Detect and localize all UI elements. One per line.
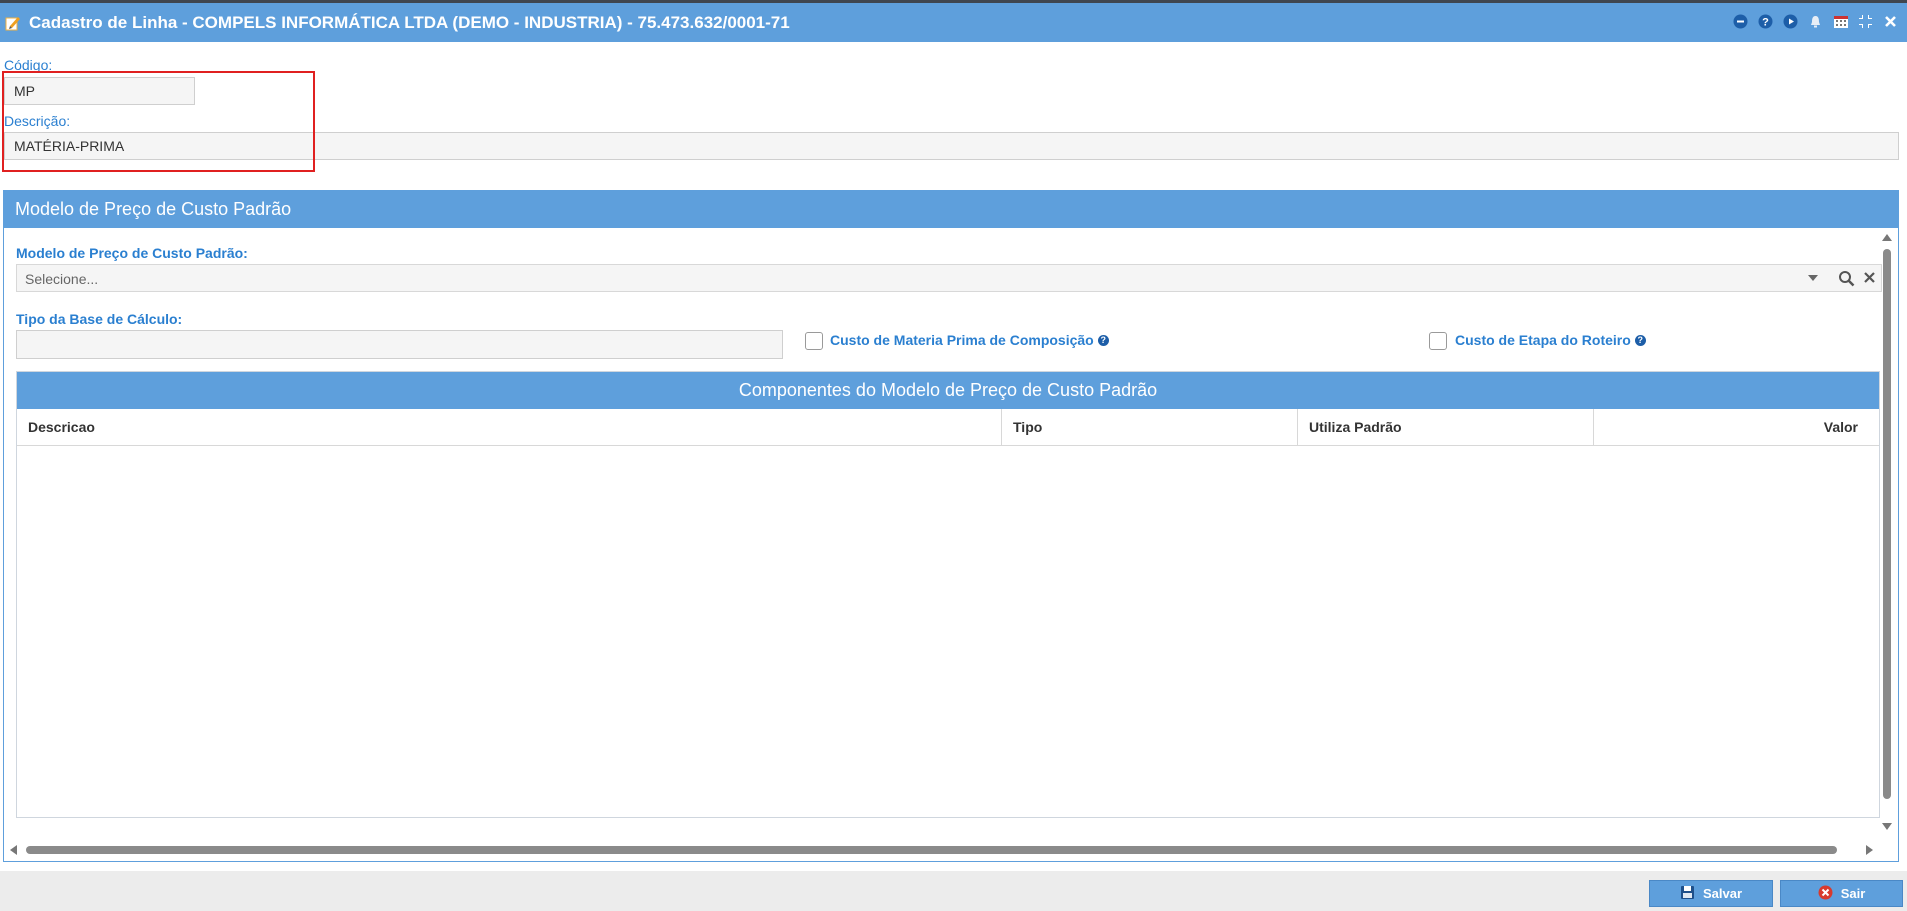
save-button[interactable]: Salvar xyxy=(1649,880,1773,907)
exit-button-label: Sair xyxy=(1840,886,1866,901)
panel-title: Modelo de Preço de Custo Padrão xyxy=(4,191,1898,228)
modelo-select[interactable]: Selecione... xyxy=(16,264,1882,292)
etapa-roteiro-check-text: Custo de Etapa do Roteiro xyxy=(1455,332,1631,348)
edit-form-icon xyxy=(5,15,21,31)
componentes-grid: Componentes do Modelo de Preço de Custo … xyxy=(16,371,1880,818)
materia-prima-check-label: Custo de Materia Prima de Composição ? xyxy=(830,332,1109,348)
scroll-up-icon[interactable] xyxy=(1881,232,1893,242)
vertical-scrollbar[interactable] xyxy=(1879,230,1895,836)
exit-icon xyxy=(1818,885,1833,903)
window-title: Cadastro de Linha - COMPELS INFORMÁTICA … xyxy=(29,12,790,32)
save-button-label: Salvar xyxy=(1702,886,1743,901)
window-titlebar: Cadastro de Linha - COMPELS INFORMÁTICA … xyxy=(0,0,1907,42)
grid-header-row: Descricao Tipo Utiliza Padrão Valor xyxy=(17,409,1879,446)
scroll-right-icon[interactable] xyxy=(1865,844,1875,856)
column-header-valor[interactable]: Valor xyxy=(1594,409,1879,445)
vertical-scroll-thumb[interactable] xyxy=(1883,249,1891,799)
modelo-placeholder: Selecione... xyxy=(25,271,99,287)
shrink-icon[interactable] xyxy=(1857,13,1874,30)
search-icon[interactable] xyxy=(1838,270,1855,292)
highlight-box xyxy=(2,71,315,172)
grid-title: Componentes do Modelo de Preço de Custo … xyxy=(17,372,1879,409)
column-header-tipo[interactable]: Tipo xyxy=(1002,409,1298,445)
tipo-base-input[interactable] xyxy=(16,330,783,359)
horizontal-scrollbar[interactable] xyxy=(6,842,1883,858)
materia-prima-check-text: Custo de Materia Prima de Composição xyxy=(830,332,1094,348)
calendar-icon[interactable] xyxy=(1832,13,1849,30)
help-icon[interactable]: ? xyxy=(1097,334,1109,346)
scroll-down-icon[interactable] xyxy=(1881,822,1893,832)
svg-text:?: ? xyxy=(1762,17,1769,29)
close-icon[interactable] xyxy=(1882,13,1899,30)
chevron-down-icon[interactable] xyxy=(1807,271,1819,289)
floppy-disk-icon xyxy=(1680,885,1695,903)
etapa-roteiro-check-label: Custo de Etapa do Roteiro ? xyxy=(1455,332,1646,348)
tipo-base-label: Tipo da Base de Cálculo: xyxy=(16,311,183,327)
help-icon[interactable]: ? xyxy=(1634,334,1646,346)
column-header-utiliza-padrao[interactable]: Utiliza Padrão xyxy=(1298,409,1594,445)
exit-button[interactable]: Sair xyxy=(1780,880,1903,907)
etapa-roteiro-checkbox[interactable] xyxy=(1429,332,1447,350)
bell-icon[interactable] xyxy=(1807,13,1824,30)
play-icon[interactable] xyxy=(1782,13,1799,30)
clear-icon[interactable] xyxy=(1862,270,1877,290)
window-controls: ? xyxy=(1732,13,1899,30)
modelo-label: Modelo de Preço de Custo Padrão: xyxy=(16,245,248,261)
scroll-left-icon[interactable] xyxy=(8,844,18,856)
minimize-icon[interactable] xyxy=(1732,13,1749,30)
column-header-descricao[interactable]: Descricao xyxy=(17,409,1002,445)
help-icon[interactable]: ? xyxy=(1757,13,1774,30)
footer-bar xyxy=(0,871,1907,911)
materia-prima-checkbox[interactable] xyxy=(805,332,823,350)
horizontal-scroll-thumb[interactable] xyxy=(26,846,1837,854)
